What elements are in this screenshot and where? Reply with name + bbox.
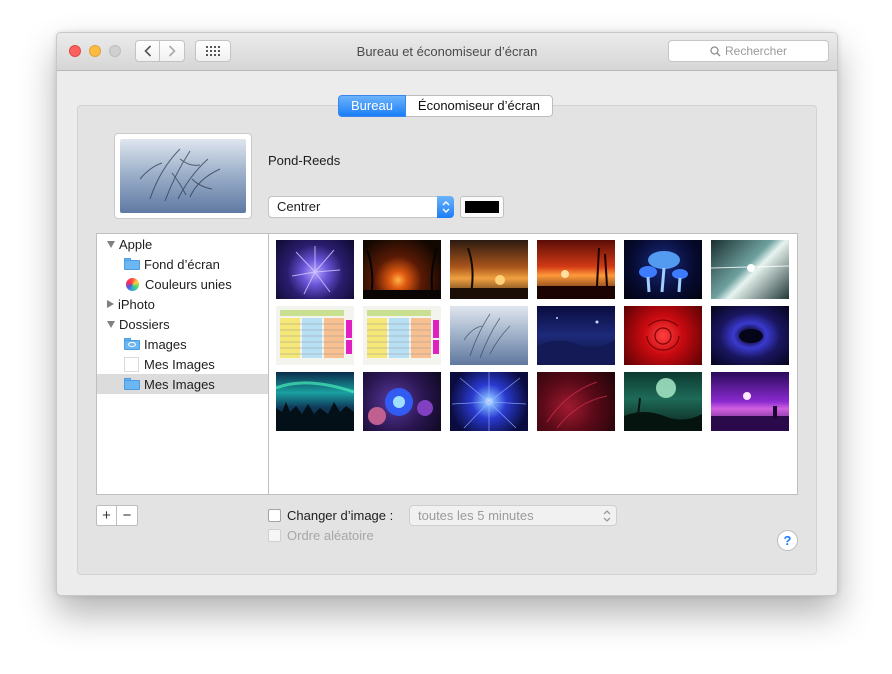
thumbnail-red-rose[interactable] [624, 306, 702, 365]
tab-bureau[interactable]: Bureau [338, 95, 406, 117]
change-picture-checkbox-row[interactable]: Changer d’image : [268, 508, 393, 523]
thumbnail-calendar-chart-2[interactable] [363, 306, 441, 365]
tab-screensaver[interactable]: Économiseur d’écran [405, 95, 554, 117]
sidebar-item-fond-ecran[interactable]: Fond d’écran [97, 254, 268, 274]
random-order-checkbox-row[interactable]: Ordre aléatoire [268, 528, 374, 543]
disclosure-down-icon[interactable] [107, 240, 115, 248]
sidebar-item-iphoto[interactable]: iPhoto [97, 294, 268, 314]
random-order-label: Ordre aléatoire [287, 528, 374, 543]
pictures-folder-icon [124, 338, 140, 350]
grid-icon [206, 46, 220, 56]
wallpaper-name: Pond-Reeds [268, 153, 341, 168]
show-all-button[interactable] [195, 40, 231, 62]
thumbnail-red-fractal[interactable] [537, 372, 615, 431]
thumbnail-blue-vortex[interactable] [711, 306, 789, 365]
wallpaper-grid [268, 233, 798, 495]
color-swatch [465, 201, 499, 213]
chevron-left-icon [143, 45, 151, 57]
updown-arrows-icon [437, 196, 454, 218]
thumbnail-orange-sunset-palms[interactable] [450, 240, 528, 299]
thumbnail-blue-night[interactable] [537, 306, 615, 365]
thumbnail-red-sunset-trees[interactable] [537, 240, 615, 299]
zoom-button[interactable] [109, 45, 121, 57]
minimize-button[interactable] [89, 45, 101, 57]
interval-value: toutes les 5 minutes [418, 508, 534, 523]
search-field[interactable]: Rechercher [668, 40, 829, 62]
thumbnail-calendar-chart-1[interactable] [276, 306, 354, 365]
thumbnail-moon-island[interactable] [624, 372, 702, 431]
preferences-window: Bureau et économiseur d’écran Rechercher… [56, 32, 838, 596]
thumbnail-glowing-mushrooms[interactable] [624, 240, 702, 299]
color-wheel-icon [126, 277, 139, 291]
disclosure-down-icon[interactable] [107, 320, 115, 328]
window-title: Bureau et économiseur d’écran [356, 44, 538, 59]
chevron-right-icon [168, 45, 176, 57]
thumbnail-purple-flower[interactable] [276, 240, 354, 299]
folder-icon [124, 378, 140, 390]
folder-icon [124, 258, 140, 270]
sidebar-item-mes-images-1[interactable]: Mes Images [97, 354, 268, 374]
updown-arrows-icon [603, 510, 611, 522]
back-button[interactable] [135, 40, 160, 62]
thumbnail-light-beam[interactable] [711, 240, 789, 299]
random-order-checkbox[interactable] [268, 529, 281, 542]
sidebar-item-mes-images-2[interactable]: Mes Images [97, 374, 268, 394]
change-picture-label: Changer d’image : [287, 508, 394, 523]
thumbnail-dark-sunset-palms[interactable] [363, 240, 441, 299]
remove-folder-button[interactable]: − [117, 505, 138, 526]
thumbnail-aurora-forest[interactable] [276, 372, 354, 431]
sidebar-item-couleurs-unies[interactable]: Couleurs unies [97, 274, 268, 294]
thumbnail-pond-reeds[interactable] [450, 306, 528, 365]
background-color-well[interactable] [460, 196, 504, 218]
folder-add-remove: + − [96, 505, 138, 526]
search-placeholder: Rechercher [724, 44, 788, 58]
blank-file-icon [124, 356, 139, 372]
forward-button[interactable] [160, 40, 185, 62]
pond-reeds-preview-image [120, 139, 246, 213]
thumbnail-purple-moon-lake[interactable] [711, 372, 789, 431]
tab-control: Bureau Économiseur d’écran [338, 95, 554, 117]
close-button[interactable] [69, 45, 81, 57]
thumbnail-blue-starburst[interactable] [450, 372, 528, 431]
search-icon [710, 45, 721, 56]
disclosure-right-icon[interactable] [107, 300, 114, 308]
fit-mode-select[interactable]: Centrer [268, 196, 454, 218]
interval-select[interactable]: toutes les 5 minutes [409, 505, 617, 526]
title-bar: Bureau et économiseur d’écran Rechercher [57, 33, 837, 71]
sidebar-item-images[interactable]: Images [97, 334, 268, 354]
help-button[interactable]: ? [777, 530, 798, 551]
sidebar-item-dossiers[interactable]: Dossiers [97, 314, 268, 334]
wallpaper-preview [114, 133, 252, 219]
add-folder-button[interactable]: + [96, 505, 117, 526]
thumbnail-fractal-spheres[interactable] [363, 372, 441, 431]
source-sidebar: Apple Fond d’écran Couleurs unies iPhoto… [96, 233, 268, 495]
change-picture-checkbox[interactable] [268, 509, 281, 522]
fit-mode-value: Centrer [277, 199, 321, 214]
sidebar-item-apple[interactable]: Apple [97, 234, 268, 254]
